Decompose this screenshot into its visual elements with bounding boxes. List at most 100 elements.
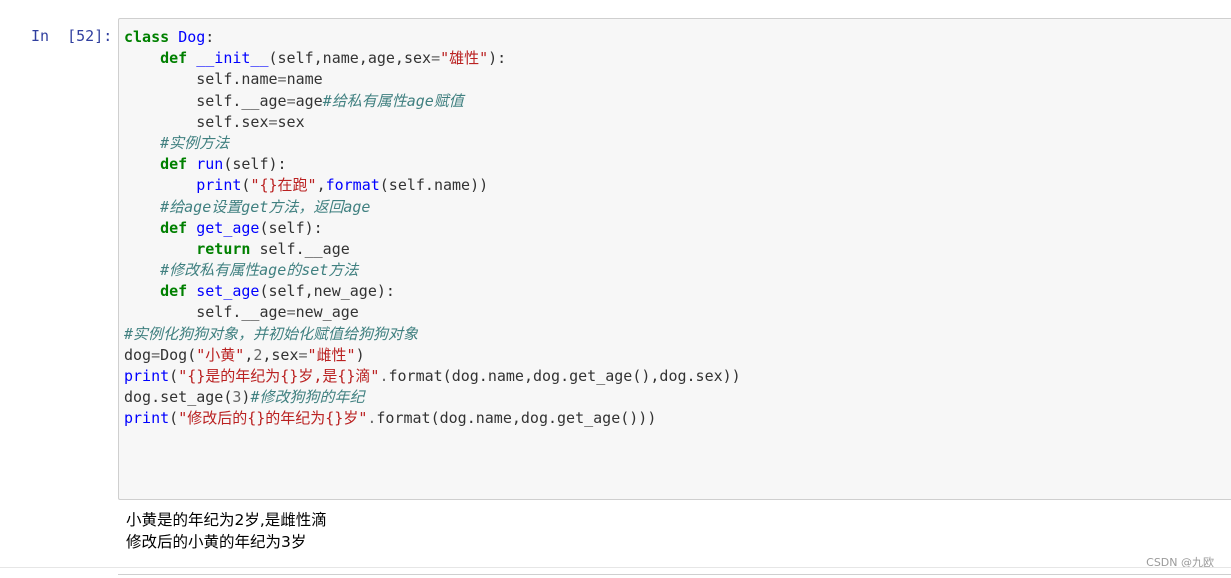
- text-token: (self.name)): [379, 176, 489, 195]
- text-token: sex: [277, 112, 305, 131]
- keyword-token: return: [196, 239, 251, 258]
- code-line: print("{}在跑",format(self.name)): [124, 175, 741, 196]
- string-token: "小黄": [196, 345, 245, 364]
- name-token: print: [196, 176, 242, 195]
- code-line: class Dog:: [124, 27, 741, 48]
- comment-token: #给私有属性age赋值: [322, 91, 464, 110]
- keyword-token: def: [160, 49, 188, 68]
- text-token: self.sex: [124, 112, 269, 131]
- comment-token: #实例化狗狗对象，并初始化赋值给狗狗对象: [124, 324, 419, 343]
- string-token: "{}是的年纪为{}岁,是{}滴": [178, 367, 380, 385]
- code-line: self.sex=sex: [124, 112, 741, 133]
- comment-token: #给age设置get方法，返回age: [160, 197, 371, 216]
- operator-token: =: [286, 91, 296, 110]
- code-line: self.name=name: [124, 69, 741, 90]
- text-token: (self,new_age):: [259, 282, 395, 301]
- next-cell-edge: [118, 574, 1231, 578]
- text-token: format(dog.name,dog.get_age())): [376, 409, 657, 428]
- code-line: self.__age=age#给私有属性age赋值: [124, 91, 741, 112]
- keyword-token: def: [160, 155, 188, 174]
- string-token: "雄性": [440, 49, 489, 68]
- text-token: ,sex: [262, 345, 299, 364]
- cell-output: 小黄是的年纪为2岁,是雌性滴 修改后的小黄的年纪为3岁: [126, 510, 327, 553]
- name-token: format: [325, 176, 380, 195]
- code-line: return self.__age: [124, 239, 741, 260]
- text-token: (: [169, 367, 179, 385]
- text-token: (self):: [259, 218, 323, 237]
- comment-token: #修改狗狗的年纪: [250, 388, 365, 407]
- code-line: print("修改后的{}的年纪为{}岁".format(dog.name,do…: [124, 408, 741, 429]
- operator-token: .: [379, 367, 389, 385]
- code-line: #实例方法: [124, 133, 741, 154]
- operator-token: =: [268, 112, 278, 131]
- text-token: self.__age: [124, 303, 287, 322]
- code-line: self.__age=new_age: [124, 302, 741, 323]
- code-line: def run(self):: [124, 154, 741, 175]
- text-token: name: [286, 70, 323, 89]
- operator-token: =: [431, 49, 441, 68]
- text-token: (self):: [223, 155, 287, 174]
- comment-token: #实例方法: [160, 133, 230, 152]
- text-token: ): [355, 345, 365, 364]
- name-token: __init__: [196, 49, 269, 68]
- keyword-token: def: [160, 282, 188, 301]
- cell-divider: [0, 567, 1231, 568]
- text-token: ,: [244, 345, 254, 364]
- operator-token: =: [298, 345, 308, 364]
- output-line: 小黄是的年纪为2岁,是雌性滴: [126, 511, 327, 529]
- output-line: 修改后的小黄的年纪为3岁: [126, 532, 307, 551]
- comment-token: #修改私有属性age的set方法: [160, 261, 359, 280]
- string-token: "修改后的{}的年纪为{}岁": [178, 409, 368, 428]
- code-line: print("{}是的年纪为{}岁,是{}滴".format(dog.name,…: [124, 366, 741, 387]
- text-token: ,: [316, 176, 326, 195]
- code-line: dog=Dog("小黄",2,sex="雌性"): [124, 345, 741, 366]
- code-line: #给age设置get方法，返回age: [124, 197, 741, 218]
- name-token: get_age: [196, 218, 260, 237]
- text-token: dog.set_age(: [124, 388, 233, 407]
- text-token: Dog(: [160, 345, 197, 364]
- text-token: dog: [124, 345, 152, 364]
- text-token: ):: [488, 49, 507, 68]
- code-line: def __init__(self,name,age,sex="雄性"):: [124, 48, 741, 69]
- input-prompt: In [52]:: [31, 27, 113, 45]
- code-line: def get_age(self):: [124, 218, 741, 239]
- text-token: (self,name,age,sex: [268, 49, 432, 68]
- text-token: format(dog.name,dog.get_age(),dog.sex)): [388, 367, 741, 385]
- keyword-token: class: [124, 28, 170, 46]
- text-token: :: [205, 28, 215, 46]
- text-token: (: [169, 409, 179, 428]
- name-token: print: [124, 367, 170, 385]
- code-line: #修改私有属性age的set方法: [124, 260, 741, 281]
- string-token: "雌性": [307, 345, 356, 364]
- text-token: self.name: [124, 70, 278, 89]
- text-token: new_age: [295, 303, 359, 322]
- operator-token: =: [286, 303, 296, 322]
- string-token: "{}在跑": [250, 176, 317, 195]
- keyword-token: def: [160, 218, 188, 237]
- text-token: age: [295, 91, 323, 110]
- name-token: Dog: [178, 28, 206, 46]
- code-line: dog.set_age(3)#修改狗狗的年纪: [124, 387, 741, 408]
- code-line: #实例化狗狗对象，并初始化赋值给狗狗对象: [124, 324, 741, 345]
- text-token: self.__age: [124, 91, 287, 110]
- code-editor[interactable]: class Dog: def __init__(self,name,age,se…: [124, 27, 741, 430]
- operator-token: =: [277, 70, 287, 89]
- operator-token: =: [151, 345, 161, 364]
- name-token: run: [196, 155, 224, 174]
- name-token: print: [124, 409, 170, 428]
- code-line: def set_age(self,new_age):: [124, 281, 741, 302]
